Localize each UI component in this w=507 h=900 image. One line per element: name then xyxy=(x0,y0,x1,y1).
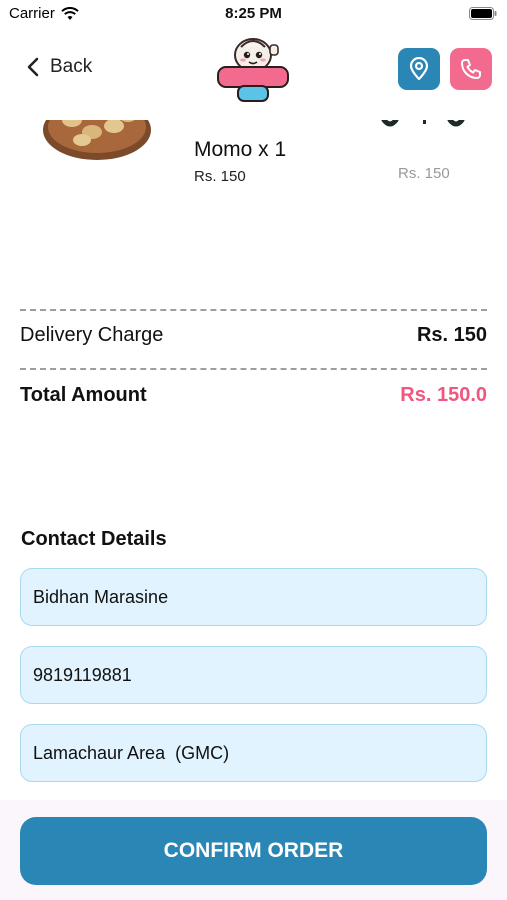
item-price: Rs. 150 xyxy=(194,168,246,185)
total-amount-value: Rs. 150.0 xyxy=(400,384,487,406)
address-field[interactable] xyxy=(20,724,487,782)
total-amount-row: Total Amount Rs. 150.0 xyxy=(20,384,487,407)
delivery-charge-label: Delivery Charge xyxy=(20,324,164,346)
cart-item: Momo x 1 Rs. 150 Rs. 150 xyxy=(0,100,507,200)
item-subtotal: Rs. 150 xyxy=(398,165,450,182)
back-button[interactable]: Back xyxy=(26,56,92,78)
back-label: Back xyxy=(50,56,93,77)
location-button[interactable] xyxy=(398,48,440,90)
map-pin-icon xyxy=(409,57,429,81)
phone-field[interactable] xyxy=(20,646,487,704)
delivery-charge-value: Rs. 150 xyxy=(416,324,487,346)
name-field[interactable] xyxy=(20,568,487,626)
contact-details-title: Contact Details xyxy=(21,528,167,550)
item-name: Momo x 1 xyxy=(194,138,287,161)
delivery-charge-row: Delivery Charge Rs. 150 xyxy=(20,324,487,347)
battery-icon xyxy=(469,7,497,20)
divider xyxy=(20,309,487,311)
call-button[interactable] xyxy=(450,48,492,90)
status-bar: Carrier 8:25 PM xyxy=(0,0,507,30)
divider xyxy=(20,368,487,370)
header: Back xyxy=(0,30,507,120)
confirm-order-button[interactable]: CONFIRM ORDER xyxy=(20,817,487,885)
munchy-momo-logo xyxy=(217,38,289,102)
footer: CONFIRM ORDER xyxy=(0,800,507,900)
clock: 8:25 PM xyxy=(225,5,282,22)
total-amount-label: Total Amount xyxy=(20,384,147,406)
chevron-left-icon xyxy=(27,57,39,77)
quantity-stepper-fragment[interactable] xyxy=(380,120,470,140)
phone-icon xyxy=(461,59,481,79)
